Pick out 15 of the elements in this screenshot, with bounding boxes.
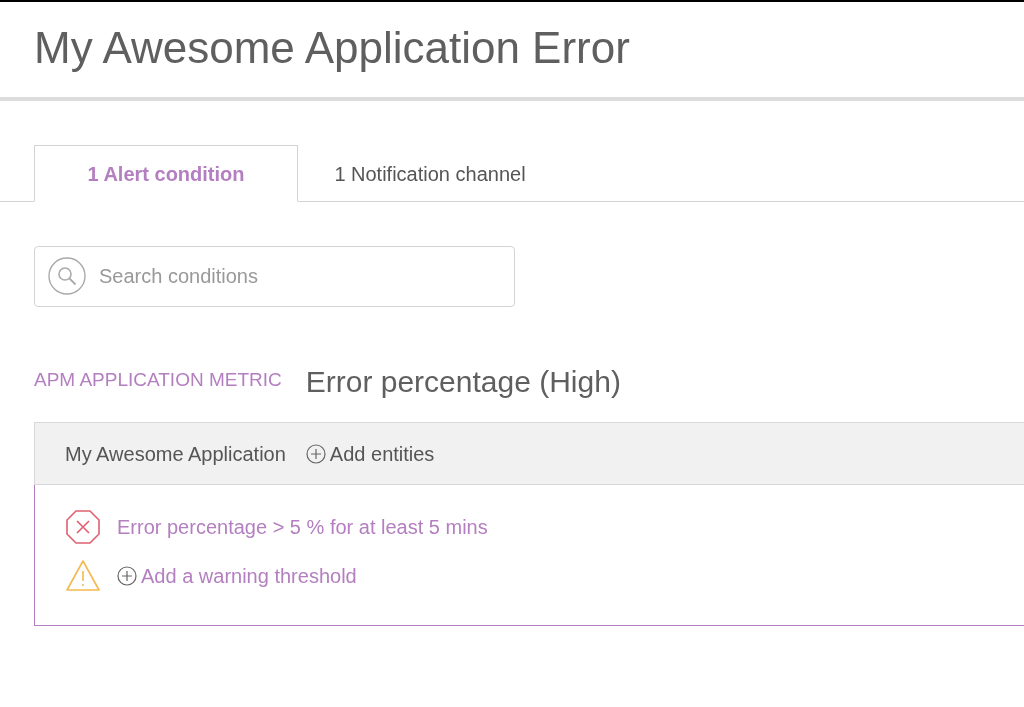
tab[interactable]: 1 Notification channel (298, 145, 562, 202)
condition-name: Error percentage (High) (305, 364, 621, 400)
warning-triangle-icon (65, 559, 101, 593)
search-field[interactable]: Search conditions (34, 246, 515, 307)
search-icon (48, 257, 86, 295)
page-title: My Awesome Application Error (34, 22, 631, 74)
threshold-link[interactable]: Error percentage > 5 % for at least 5 mins (117, 512, 488, 542)
condition-type: APM APPLICATION METRIC (34, 367, 282, 392)
entity-name: My Awesome Application (65, 441, 286, 467)
plus-circle-icon (117, 566, 137, 586)
tab[interactable]: 1 Alert condition (34, 145, 298, 202)
add-entities-button[interactable]: Add entities (305, 438, 435, 469)
error-octagon-icon (65, 509, 101, 545)
add-threshold-link[interactable]: Add a warning threshold (117, 561, 357, 591)
plus-circle-icon (305, 443, 326, 464)
